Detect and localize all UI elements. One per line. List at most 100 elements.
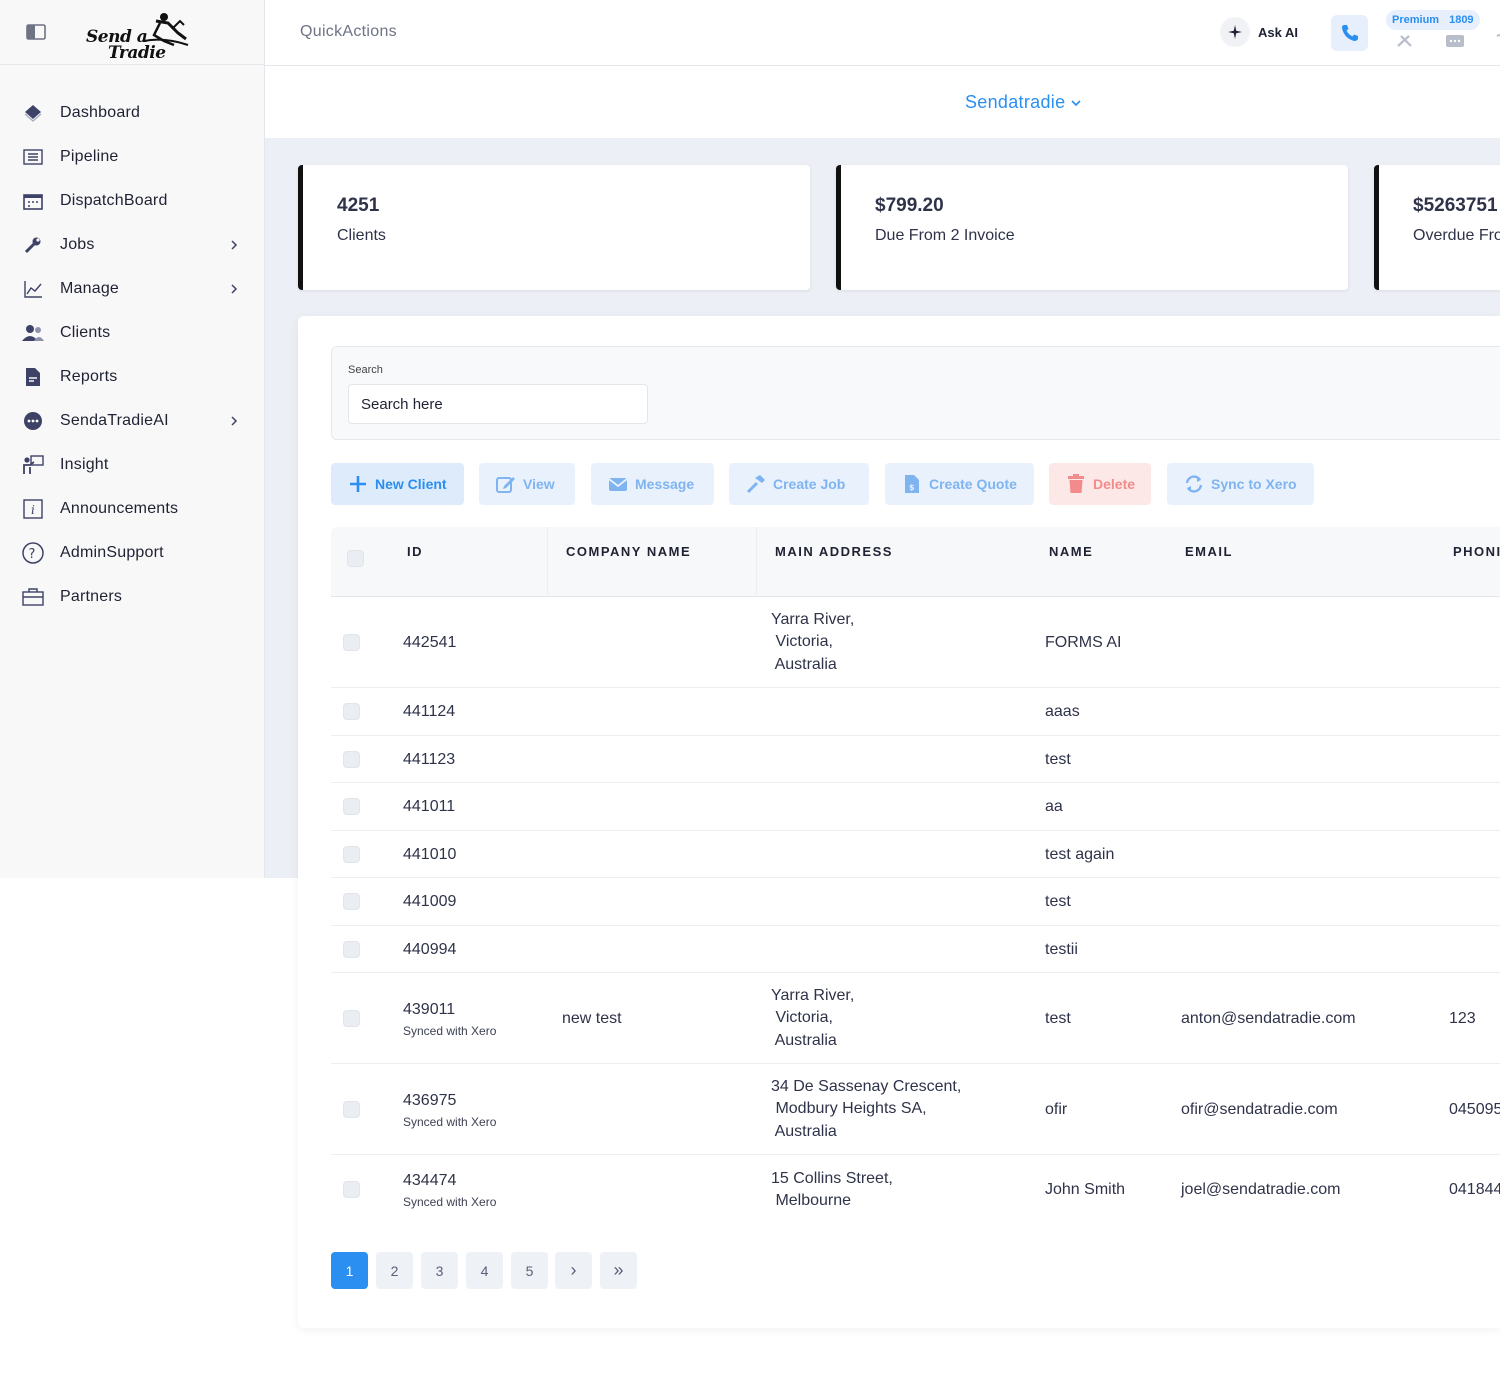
row-checkbox[interactable] (343, 1100, 360, 1118)
sidebar-item-sendatradieai[interactable]: SendaTradieAI (0, 399, 264, 443)
sidebar-item-dispatchboard[interactable]: DispatchBoard (0, 179, 264, 223)
cell-name: test (1045, 1009, 1071, 1027)
row-checkbox[interactable] (343, 703, 360, 720)
col-header-company[interactable]: COMPANY NAME (566, 544, 691, 559)
col-header-id[interactable]: ID (407, 544, 423, 559)
sidebar-toggle-icon[interactable] (26, 23, 48, 41)
col-header-email[interactable]: EMAIL (1185, 544, 1233, 559)
select-all-checkbox[interactable] (347, 550, 364, 567)
stat-card-clients[interactable]: 4251 Clients (298, 165, 810, 290)
stat-value: $5263751 (1413, 195, 1498, 216)
col-header-name[interactable]: NAME (1049, 544, 1093, 559)
table-row[interactable]: 434474 Synced with Xero 15 Collins Street,… (331, 1155, 1500, 1225)
plan-badge[interactable]: Premium 1809 (1386, 10, 1480, 30)
cell-name: test again (1045, 845, 1115, 863)
sidebar-header: Send a Tradie (0, 0, 264, 65)
logo[interactable]: Send a Tradie (86, 7, 196, 63)
chat-icon[interactable] (1445, 34, 1465, 48)
col-header-phone[interactable]: PHONI (1453, 544, 1500, 559)
sidebar-item-reports[interactable]: Reports (0, 355, 264, 399)
row-checkbox[interactable] (343, 1181, 360, 1198)
create-job-button[interactable]: Create Job (729, 463, 869, 505)
row-checkbox[interactable] (343, 893, 360, 910)
chat-bubble-icon (22, 410, 44, 432)
page-title[interactable]: QuickActions (300, 23, 397, 41)
table-row[interactable]: 441123 test (331, 736, 1500, 783)
calendar-icon (22, 190, 44, 212)
stat-value: 4251 (337, 195, 380, 216)
message-button[interactable]: Message (591, 463, 714, 505)
col-header-address[interactable]: MAIN ADDRESS (775, 544, 893, 559)
sidebar-item-insight[interactable]: Insight (0, 443, 264, 487)
sidebar-item-adminsupport[interactable]: ? AdminSupport (0, 531, 264, 575)
ask-ai-button[interactable]: Ask AI (1220, 17, 1298, 47)
new-client-button[interactable]: New Client (331, 463, 464, 505)
chevron-down-icon (1071, 99, 1081, 106)
cell-id: 441124 (403, 703, 456, 720)
sidebar-item-clients[interactable]: Clients (0, 311, 264, 355)
sidebar-item-partners[interactable]: Partners (0, 575, 264, 619)
topbar: QuickActions Ask AI Premium 1809 (265, 0, 1500, 66)
page-button-2[interactable]: 2 (376, 1252, 413, 1289)
last-page-button[interactable]: » (600, 1252, 637, 1289)
company-selector[interactable]: Sendatradie (965, 92, 1081, 113)
sidebar-item-label: DispatchBoard (60, 192, 168, 209)
row-checkbox[interactable] (343, 633, 360, 651)
sidebar-item-announcements[interactable]: i Announcements (0, 487, 264, 531)
cell-name: testii (1045, 940, 1078, 958)
stat-label: Clients (337, 227, 386, 244)
table-header: ID COMPANY NAME MAIN ADDRESS NAME EMAIL … (331, 527, 1500, 597)
phone-button[interactable] (1331, 15, 1368, 51)
cell-name: ofir (1045, 1100, 1068, 1118)
invoice-icon: $ (901, 473, 923, 495)
cell-address-line: Australia (771, 1122, 837, 1140)
page-button-1[interactable]: 1 (331, 1252, 368, 1289)
table-row[interactable]: 439011 Synced with Xero new test Yarra Rive… (331, 973, 1500, 1064)
view-button[interactable]: View (479, 463, 575, 505)
sidebar-item-dashboard[interactable]: Dashboard (0, 91, 264, 135)
search-input[interactable] (348, 384, 648, 424)
table-row[interactable]: 440994 testii (331, 926, 1500, 973)
row-checkbox[interactable] (343, 750, 360, 768)
search-panel: Search (331, 346, 1500, 440)
cell-address-line: 34 De Sassenay Crescent, (771, 1077, 962, 1095)
row-checkbox[interactable] (343, 798, 360, 815)
row-checkbox[interactable] (343, 940, 360, 958)
sync-xero-button[interactable]: Sync to Xero (1167, 463, 1314, 505)
page-button-4[interactable]: 4 (466, 1252, 503, 1289)
stat-card-due[interactable]: $799.20 Due From 2 Invoice (836, 165, 1348, 290)
sidebar-item-jobs[interactable]: Jobs (0, 223, 264, 267)
sidebar-item-label: SendaTradieAI (60, 412, 169, 429)
question-icon: ? (22, 542, 44, 564)
cell-name: aaas (1045, 703, 1080, 720)
company-bar: Sendatradie (265, 67, 1500, 138)
create-quote-button[interactable]: $ Create Quote (885, 463, 1034, 505)
next-page-button[interactable]: › (555, 1252, 592, 1289)
cell-email: anton@sendatradie.com (1181, 1009, 1356, 1027)
cell-address-line: Melbourne (771, 1192, 852, 1209)
users-icon (22, 322, 44, 344)
plan-label: Premium (1392, 14, 1440, 26)
stat-value: $799.20 (875, 195, 944, 216)
table-row[interactable]: 441124 aaas (331, 688, 1500, 736)
page-button-3[interactable]: 3 (421, 1252, 458, 1289)
delete-button[interactable]: Delete (1049, 463, 1151, 505)
row-checkbox[interactable] (343, 845, 360, 863)
table-row[interactable]: 441011 aa (331, 783, 1500, 831)
row-checkbox[interactable] (343, 1009, 360, 1027)
cell-id: 441123 (403, 750, 456, 768)
document-icon (22, 366, 44, 388)
cell-id: 436975 (403, 1091, 457, 1109)
xero-sync-status: Synced with Xero (403, 1195, 497, 1209)
stat-card-overdue[interactable]: $5263751 Overdue Fro (1374, 165, 1500, 290)
page-button-5[interactable]: 5 (511, 1252, 548, 1289)
sidebar-item-manage[interactable]: Manage (0, 267, 264, 311)
table-row[interactable]: 441010 test again (331, 831, 1500, 878)
bell-icon[interactable] (1495, 34, 1500, 48)
tools-icon[interactable] (1395, 34, 1415, 48)
table-row[interactable]: 441009 test (331, 878, 1500, 926)
topbar-mini-icons (1395, 34, 1500, 48)
table-row[interactable]: 436975 Synced with Xero 34 De Sassenay Cre… (331, 1064, 1500, 1155)
table-row[interactable]: 442541 Yarra River, Victoria, Australia FO… (331, 597, 1500, 688)
sidebar-item-pipeline[interactable]: Pipeline (0, 135, 264, 179)
